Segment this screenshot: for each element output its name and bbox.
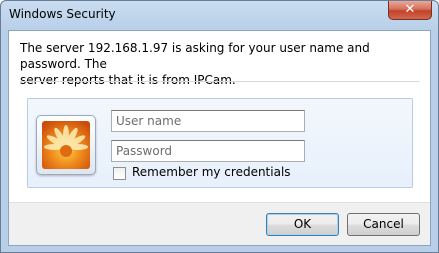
close-icon: ✕ [404,2,416,17]
username-input[interactable] [111,110,305,132]
windows-security-dialog: Windows Security ✕ The server 192.168.1.… [0,0,439,253]
close-button[interactable]: ✕ [388,1,432,20]
remember-credentials-checkbox[interactable] [113,167,126,180]
remember-credentials-label[interactable]: Remember my credentials [132,165,291,179]
window-title: Windows Security [9,7,116,21]
title-bar[interactable]: Windows Security ✕ [1,1,438,30]
button-bar: OK Cancel [9,202,430,245]
message-line-1: The server 192.168.1.97 is asking for yo… [20,41,370,71]
credential-tile: Remember my credentials [27,98,413,188]
cancel-button[interactable]: Cancel [347,213,420,236]
separator [20,81,420,82]
dialog-body: The server 192.168.1.97 is asking for yo… [8,30,431,246]
password-input[interactable] [111,140,305,162]
flower-user-tile-icon [36,115,96,175]
message-line-2: server reports that it is from IPCam. [20,73,236,87]
ok-button[interactable]: OK [266,213,339,236]
